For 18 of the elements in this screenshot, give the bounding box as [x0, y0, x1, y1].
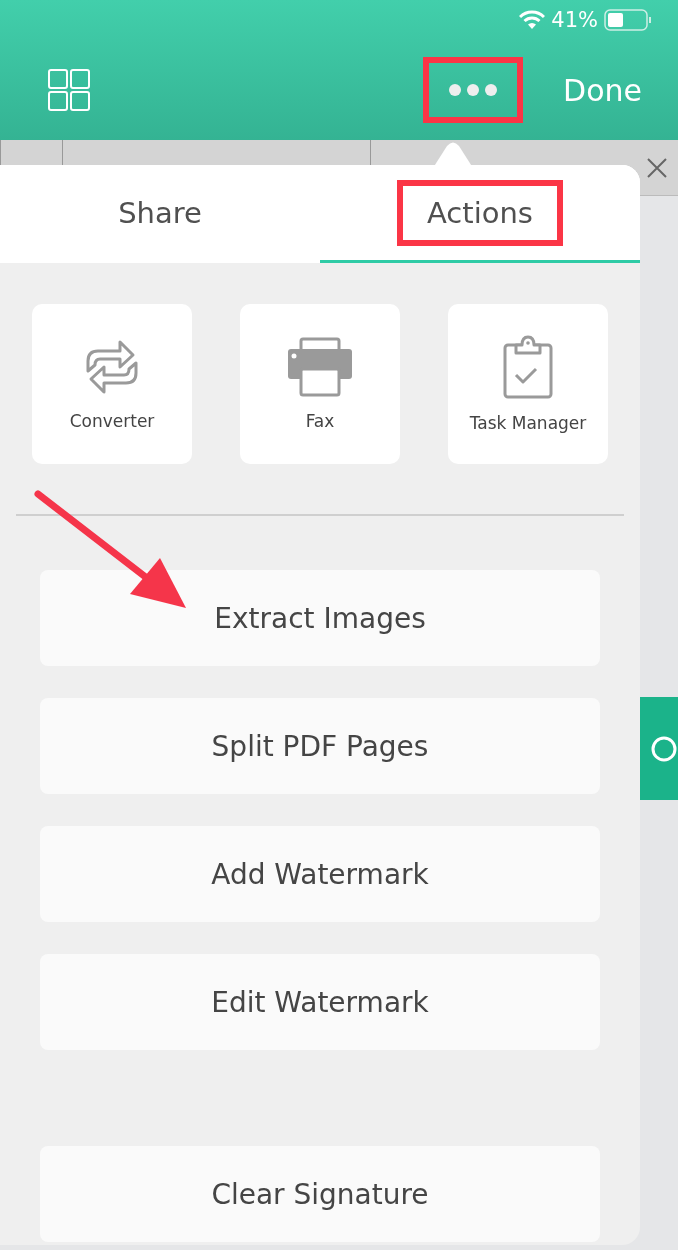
- action-button[interactable]: Edit Watermark: [40, 954, 600, 1050]
- popover-tab[interactable]: Actions: [320, 165, 640, 263]
- printer-icon: [287, 337, 353, 397]
- action-button[interactable]: Add Watermark: [40, 826, 600, 922]
- more-icon: [448, 83, 499, 97]
- clipboard-check-icon: [502, 335, 554, 399]
- action-button[interactable]: Clear Signature: [40, 1146, 600, 1242]
- tool-tile[interactable]: Task Manager: [448, 304, 608, 464]
- action-button[interactable]: Extract Images: [40, 570, 600, 666]
- close-icon[interactable]: [646, 156, 668, 179]
- more-button[interactable]: [423, 57, 524, 123]
- action-button[interactable]: Split PDF Pages: [40, 698, 600, 794]
- wifi-icon: [519, 10, 546, 30]
- tool-tile[interactable]: Fax: [240, 304, 400, 464]
- battery-percent: 41%: [551, 8, 598, 32]
- battery-icon: [604, 9, 652, 31]
- tool-tile[interactable]: Converter: [32, 304, 192, 464]
- grid-icon[interactable]: [48, 69, 90, 111]
